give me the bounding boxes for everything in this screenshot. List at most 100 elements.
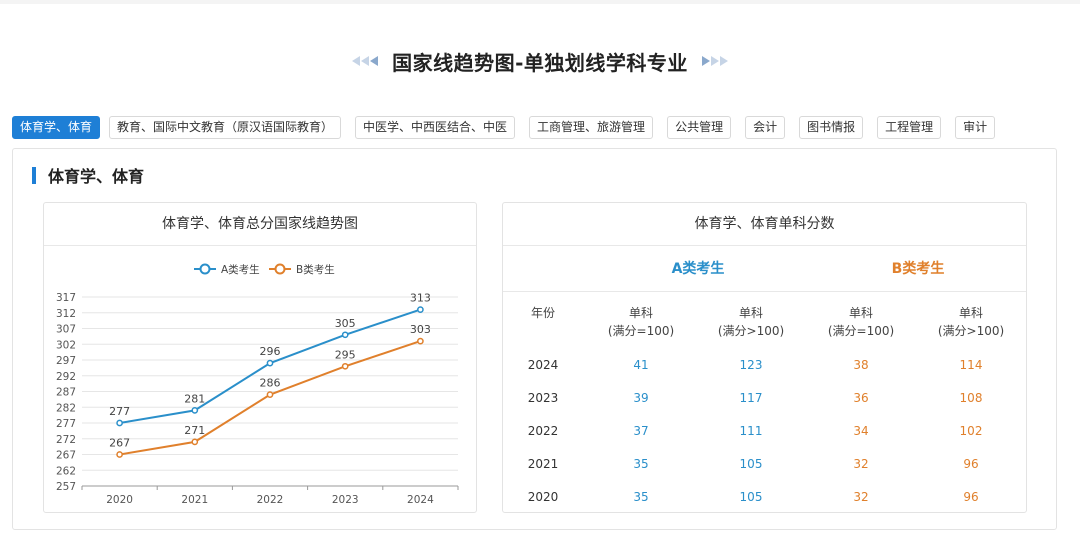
tab-public-admin[interactable]: 公共管理 — [667, 116, 732, 139]
section-marker — [32, 166, 36, 184]
b-over100-header: 单科 (满分>100) — [916, 304, 1026, 340]
legend-marker — [199, 263, 211, 275]
right-arrows-icon — [701, 56, 728, 66]
table-cell: 2022 — [527, 424, 559, 438]
y-tick-label: 277 — [56, 418, 76, 430]
data-label: 271 — [184, 424, 205, 437]
legend-label: B类考生 — [296, 263, 335, 276]
data-label: 277 — [109, 405, 130, 418]
x-tick-label: 2020 — [106, 494, 133, 506]
y-tick-label: 282 — [56, 402, 76, 414]
data-point — [191, 438, 199, 446]
data-point — [417, 337, 424, 345]
year-header: 年份 — [508, 304, 578, 322]
tab-sports[interactable]: 体育学、体育 — [12, 116, 101, 139]
table-cell: 2024 — [527, 358, 559, 372]
data-point — [116, 419, 123, 427]
x-tick-label: 2023 — [332, 494, 359, 506]
col-header-line: 单科 — [848, 306, 873, 320]
data-label: 286 — [260, 377, 281, 390]
tab-chinese-medicine[interactable]: 中医学、中西医结合、中医 — [355, 116, 516, 139]
trend-chart: 257 262 267 272 277 282 287 292 297 302 307 312 317 2… — [56, 263, 459, 506]
x-tick-label: 2021 — [181, 494, 208, 506]
legend-label: A类考生 — [221, 263, 260, 276]
section-header: 体育学、体育 — [32, 166, 145, 186]
table-cell: 102 — [959, 424, 983, 438]
y-tick-label: 287 — [56, 387, 76, 399]
y-tick-label: 297 — [56, 355, 76, 367]
single-subject-card: 体育学、体育单科分数 A类考生 B类考生 年份 单科 (满分=100) 单科 (满分>1… — [502, 202, 1027, 513]
y-tick-label: 302 — [56, 339, 76, 351]
data-label: 305 — [335, 317, 356, 330]
y-tick-label: 292 — [56, 371, 76, 383]
data-label: 313 — [410, 292, 431, 305]
table-cell: 111 — [739, 424, 763, 438]
tab-business-admin[interactable]: 工商管理、旅游管理 — [529, 116, 654, 139]
group-b-label: B类考生 — [891, 261, 945, 277]
y-tick-label: 267 — [56, 450, 76, 462]
table-cell: 39 — [633, 391, 649, 405]
page-header: 国家线趋势图-单独划线学科专业 — [0, 44, 1080, 78]
table-cell: 32 — [853, 457, 869, 471]
col-header-line: (满分>100) — [937, 324, 1005, 338]
col-header-line: 年份 — [530, 306, 555, 320]
col-header-line: (满分=100) — [827, 324, 895, 338]
col-header-line: (满分=100) — [607, 324, 675, 338]
table-cell: 35 — [633, 457, 649, 471]
table-cell: 2020 — [527, 490, 559, 504]
table-cell: 123 — [739, 358, 763, 372]
y-tick-label: 262 — [56, 465, 76, 477]
table-cell: 96 — [963, 490, 979, 504]
y-tick-label: 312 — [56, 308, 76, 320]
page-title: 国家线趋势图-单独划线学科专业 — [392, 50, 688, 75]
group-a-label: A类考生 — [671, 261, 725, 277]
tab-accounting[interactable]: 会计 — [745, 116, 786, 139]
table-cell: 114 — [959, 358, 983, 372]
table-cell: 2023 — [527, 391, 559, 405]
table-cell: 37 — [633, 424, 649, 438]
data-point — [341, 331, 349, 339]
b-full100-header: 单科 (满分=100) — [806, 304, 916, 340]
data-point — [266, 359, 274, 367]
y-tick-label: 257 — [56, 481, 76, 493]
y-tick-label: 272 — [56, 434, 76, 446]
tab-audit[interactable]: 审计 — [955, 116, 996, 139]
table-cell: 32 — [853, 490, 869, 504]
table-cell: 38 — [853, 358, 869, 372]
col-header-line: 单科 — [958, 306, 983, 320]
top-strip — [0, 0, 1080, 4]
data-point — [191, 407, 199, 414]
data-point — [266, 391, 274, 398]
table-cell: 105 — [739, 490, 763, 504]
table-cell: 105 — [739, 457, 763, 471]
table-cell: 108 — [959, 391, 983, 405]
legend-marker — [274, 263, 286, 275]
data-label: 295 — [335, 348, 356, 361]
data-point — [116, 451, 123, 458]
table-cell: 96 — [963, 457, 979, 471]
table-cell: 41 — [633, 358, 649, 372]
data-label: 267 — [109, 437, 130, 450]
tab-library-info[interactable]: 图书情报 — [799, 116, 864, 139]
x-tick-label: 2022 — [257, 494, 284, 506]
x-tick-label: 2024 — [407, 494, 434, 506]
data-point — [341, 362, 349, 370]
data-point — [417, 306, 424, 313]
col-header-line: 单科 — [738, 306, 763, 320]
tab-engineering-mgmt[interactable]: 工程管理 — [877, 116, 942, 139]
section-title: 体育学、体育 — [48, 167, 145, 186]
data-label: 281 — [184, 392, 205, 405]
table-cell: 2021 — [527, 457, 559, 471]
data-label: 303 — [410, 323, 431, 336]
table-cell: 34 — [853, 424, 869, 438]
a-over100-header: 单科 (满分>100) — [696, 304, 806, 340]
table-card-title: 体育学、体育单科分数 — [503, 203, 1026, 246]
tab-education[interactable]: 教育、国际中文教育（原汉语国际教育） — [109, 116, 342, 139]
y-tick-label: 307 — [56, 324, 76, 336]
a-full100-header: 单科 (满分=100) — [586, 304, 696, 340]
left-arrows-icon — [352, 56, 379, 66]
content-panel: 体育学、体育 体育学、体育总分国家线趋势图 257 262 267 272 277 282… — [12, 148, 1057, 530]
table-cell: 35 — [633, 490, 649, 504]
trend-chart-card: 体育学、体育总分国家线趋势图 257 262 267 272 277 282 287 292 2… — [43, 202, 477, 513]
chart-card-title: 体育学、体育总分国家线趋势图 — [44, 203, 476, 246]
